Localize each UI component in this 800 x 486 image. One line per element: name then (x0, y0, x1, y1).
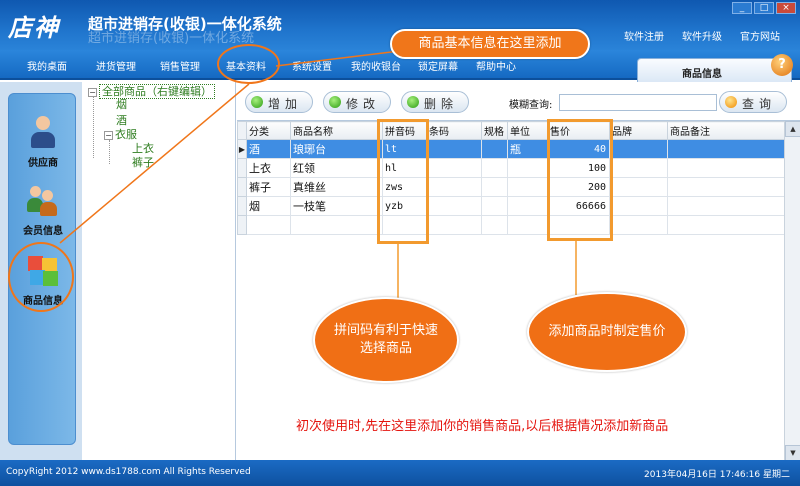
sidebar-highlight-ring (8, 242, 74, 312)
price-highlight-box (547, 119, 613, 241)
callout-pointer-sidebar (59, 83, 250, 244)
callout-pinyin: 拼间码有利于快速 选择商品 (313, 297, 459, 383)
callout-pointer-menu (275, 49, 409, 67)
pinyin-highlight-box (377, 119, 429, 244)
callout-price: 添加商品时制定售价 (527, 292, 687, 372)
menu-highlight-ring (217, 44, 280, 84)
callout-add-basic-info: 商品基本信息在这里添加 (390, 29, 590, 59)
bottom-instruction: 初次使用时,先在这里添加你的销售商品,以后根据情况添加新商品 (296, 419, 669, 434)
